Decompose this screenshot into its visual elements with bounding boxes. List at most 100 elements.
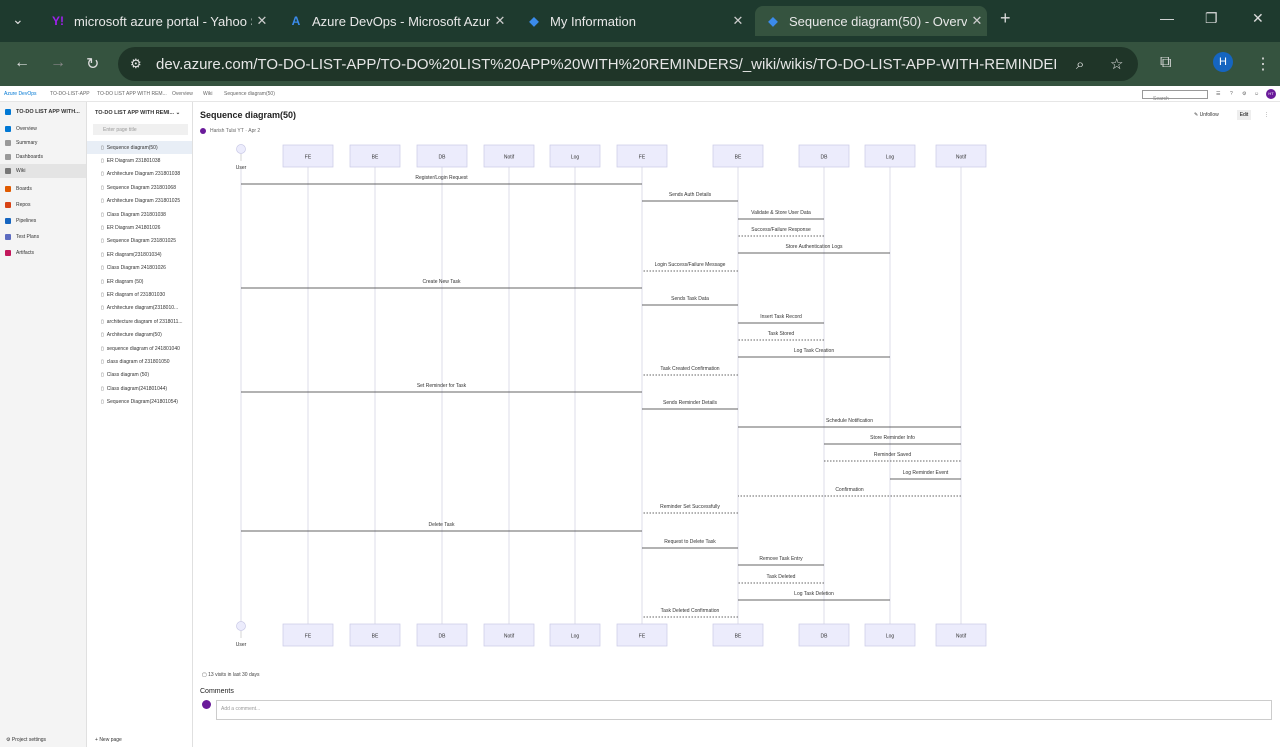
edit-button[interactable]: Edit xyxy=(1237,110,1251,120)
zoom-icon[interactable]: ⌕ xyxy=(1076,56,1084,73)
sidebar-item-test-plans[interactable]: Test Plans xyxy=(0,230,86,244)
reload-icon[interactable]: ↻ xyxy=(86,54,99,74)
wiki-page-item[interactable]: Class diagram(241801044) xyxy=(87,382,192,395)
new-page-button[interactable]: + New page xyxy=(87,737,193,747)
author-avatar xyxy=(200,128,206,134)
wiki-page-item[interactable]: ER Diagram 231801038 xyxy=(87,154,192,167)
wiki-page-item[interactable]: Architecture diagram(50) xyxy=(87,328,192,341)
breadcrumb-wiki[interactable]: Wiki xyxy=(203,91,212,97)
message-label: Set Reminder for Task xyxy=(417,383,467,389)
close-tab-icon[interactable]: ✕ xyxy=(728,13,748,29)
wiki-page-item[interactable]: Architecture Diagram 231801038 xyxy=(87,168,192,181)
azure-icon: A xyxy=(291,14,301,28)
sidebar-item-label: Overview xyxy=(16,126,37,132)
close-tab-icon[interactable]: ✕ xyxy=(967,13,987,29)
message-label: Confirmation xyxy=(835,487,864,493)
project-settings-link[interactable]: ⚙ Project settings xyxy=(0,737,87,747)
message-label: Store Reminder Info xyxy=(870,435,915,441)
user-avatar[interactable]: HT xyxy=(1266,89,1276,99)
extensions-icon[interactable]: ⧉ xyxy=(1160,54,1171,72)
wiki-page-item[interactable]: Sequence Diagram 231801068 xyxy=(87,181,192,194)
wiki-page-item[interactable]: Sequence Diagram(241801054) xyxy=(87,395,192,408)
sidebar-item-label: Repos xyxy=(16,202,31,208)
wiki-page-item[interactable]: ER diagram(231801034) xyxy=(87,248,192,261)
pipelines-icon xyxy=(5,218,11,224)
tab-yahoo[interactable]: Y! microsoft azure portal - Yahoo Search… xyxy=(40,6,272,36)
unfollow-button[interactable]: ✎ Unfollow xyxy=(1194,112,1219,118)
author-name[interactable]: Harish Tulsi YT xyxy=(210,128,244,134)
tab-my-information[interactable]: ◆ My Information ✕ xyxy=(516,6,748,36)
address-bar[interactable]: ⚙ dev.azure.com/TO-DO-LIST-APP/TO-DO%20L… xyxy=(118,47,1138,81)
sidebar-item-summary[interactable]: Summary xyxy=(0,136,86,150)
participant-label: Notif xyxy=(956,155,967,161)
settings-icon[interactable]: ⚙ xyxy=(1242,91,1246,97)
browser-menu-icon[interactable]: ⋮ xyxy=(1255,54,1271,74)
wiki-selector[interactable]: TO-DO LIST APP WITH REMI... ⌄ xyxy=(87,102,192,124)
help-icon[interactable]: ? xyxy=(1230,91,1233,97)
boards-icon xyxy=(5,186,11,192)
message-label: Validate & Store User Data xyxy=(751,210,811,216)
close-tab-icon[interactable]: ✕ xyxy=(490,13,510,29)
wiki-page-item[interactable]: ER diagram of 231801030 xyxy=(87,288,192,301)
wiki-page-item[interactable]: Class diagram (50) xyxy=(87,369,192,382)
message-label: Log Reminder Event xyxy=(903,470,949,476)
participant-label: FE xyxy=(639,155,646,161)
wiki-page-item[interactable]: architecture diagram of 2318011... xyxy=(87,315,192,328)
ado-logo[interactable]: Azure DevOps xyxy=(4,91,37,97)
devops-icon: ◆ xyxy=(529,14,539,28)
wiki-page-item[interactable]: Class Diagram 231801038 xyxy=(87,208,192,221)
breadcrumb-org[interactable]: TO-DO-LIST-APP xyxy=(50,91,90,97)
wiki-page-item[interactable]: Architecture diagram(2318010... xyxy=(87,302,192,315)
sidebar-item-label: Boards xyxy=(16,186,32,192)
wiki-page-item[interactable]: class diagram of 231801050 xyxy=(87,355,192,368)
browser-toolbar: ← → ↻ ⚙ dev.azure.com/TO-DO-LIST-APP/TO-… xyxy=(0,42,1280,86)
restore-icon[interactable]: ❐ xyxy=(1205,10,1218,27)
more-actions-icon[interactable]: ⋮ xyxy=(1264,112,1269,118)
sidebar-item-pipelines[interactable]: Pipelines xyxy=(0,214,86,228)
wiki-page-item[interactable]: sequence diagram of 241801040 xyxy=(87,342,192,355)
bookmark-star-icon[interactable]: ☆ xyxy=(1110,55,1123,73)
breadcrumb-page[interactable]: Sequence diagram(50) xyxy=(224,91,275,97)
wiki-page-item[interactable]: Architecture Diagram 231801025 xyxy=(87,195,192,208)
forward-icon[interactable]: → xyxy=(50,54,66,72)
tab-list-icon[interactable]: ⌄ xyxy=(12,11,24,28)
page-visits: ▢ 13 visits in last 30 days xyxy=(202,672,260,678)
project-label: TO-DO LIST APP WITH... xyxy=(16,109,80,115)
sidebar-item-dashboards[interactable]: Dashboards xyxy=(0,150,86,164)
filter-pages-input[interactable]: Enter page title xyxy=(93,124,188,135)
actor-label: User xyxy=(236,642,247,648)
sidebar-item-boards[interactable]: Boards xyxy=(0,182,86,196)
minimize-icon[interactable]: — xyxy=(1160,10,1174,26)
sidebar-item-overview[interactable]: Overview xyxy=(0,122,86,136)
tab-azure-devops[interactable]: A Azure DevOps - Microsoft Azure ✕ xyxy=(278,6,510,36)
sidebar-item-repos[interactable]: Repos xyxy=(0,198,86,212)
profile-avatar[interactable]: H xyxy=(1213,52,1233,72)
user-settings-icon[interactable]: ☺ xyxy=(1254,91,1259,97)
participant-label: DB xyxy=(439,155,447,161)
sidebar-item-artifacts[interactable]: Artifacts xyxy=(0,246,86,260)
artifacts-icon xyxy=(5,250,11,256)
wiki-icon xyxy=(5,168,11,174)
wiki-name: TO-DO LIST APP WITH REMI... xyxy=(95,110,175,116)
wiki-page-item[interactable]: Class Diagram 241801026 xyxy=(87,262,192,275)
breadcrumb-overview[interactable]: Overview xyxy=(172,91,193,97)
participant-label: Notif xyxy=(956,634,967,640)
wiki-page-item[interactable]: ER Diagram 241801026 xyxy=(87,221,192,234)
message-label: Log Task Creation xyxy=(794,348,834,354)
comment-input[interactable]: Add a comment... xyxy=(216,700,1272,720)
wiki-page-item[interactable]: ER diagram (50) xyxy=(87,275,192,288)
list-icon[interactable]: ☰ xyxy=(1216,91,1220,97)
site-info-icon[interactable]: ⚙ xyxy=(130,56,142,72)
tab-sequence-diagram[interactable]: ◆ Sequence diagram(50) - Overview ✕ xyxy=(755,6,987,36)
sidebar-item-wiki[interactable]: Wiki xyxy=(0,164,86,178)
message-label: Store Authentication Logs xyxy=(786,244,843,250)
close-tab-icon[interactable]: ✕ xyxy=(252,13,272,29)
back-icon[interactable]: ← xyxy=(14,54,30,72)
breadcrumb-project[interactable]: TO-DO LIST APP WITH REM... xyxy=(97,91,167,97)
new-tab-icon[interactable]: + xyxy=(1000,8,1011,29)
wiki-page-item[interactable]: Sequence diagram(50) xyxy=(87,141,192,155)
search-input[interactable]: Search xyxy=(1142,90,1208,102)
wiki-page-item[interactable]: Sequence Diagram 231801025 xyxy=(87,235,192,248)
close-window-icon[interactable]: ✕ xyxy=(1252,10,1264,27)
project-name[interactable]: TO-DO LIST APP WITH... xyxy=(0,102,86,122)
